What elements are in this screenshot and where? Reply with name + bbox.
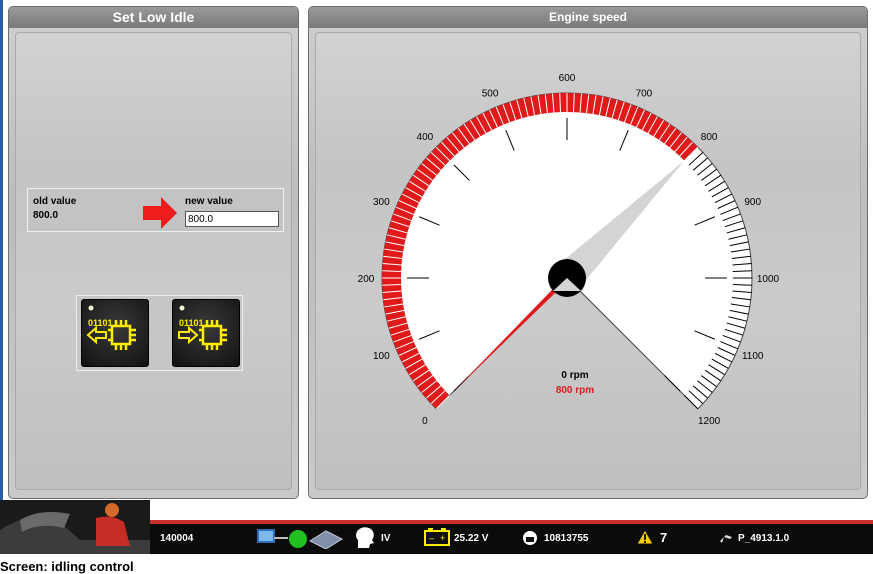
svg-text:01101: 01101 — [88, 318, 113, 328]
tick-label: 600 — [559, 73, 576, 84]
set-low-idle-panel: Set Low Idle — [8, 6, 299, 499]
tick-label: 200 — [358, 274, 375, 285]
arrow-right-icon — [143, 197, 177, 229]
svg-text:–: – — [429, 533, 434, 543]
new-value-label: new value — [185, 196, 233, 207]
svg-text:+: + — [440, 533, 445, 543]
odometer-icon — [523, 531, 537, 545]
read-from-ecu-button[interactable]: 01101 — [81, 299, 149, 367]
current-rpm-readout: 0 rpm — [561, 370, 588, 381]
mechanic-logo — [0, 500, 150, 554]
chip-write-icon: 01101 — [178, 305, 227, 350]
svg-text:01101: 01101 — [179, 318, 204, 328]
warning-count[interactable]: 7 — [660, 530, 667, 545]
head-profile-icon — [356, 527, 374, 548]
roman-level: IV — [381, 533, 391, 544]
app-window: { "left_panel": { "title": "Set Low Idle… — [0, 0, 873, 574]
battery-voltage: 25.22 V — [454, 533, 489, 544]
panel-title: Engine speed — [309, 7, 867, 28]
write-to-ecu-button[interactable]: 01101 — [172, 299, 240, 367]
tick-label: 1200 — [698, 416, 721, 427]
tick-label: 0 — [422, 416, 428, 427]
tick-label: 400 — [417, 132, 434, 143]
window-edge — [0, 0, 3, 500]
chip-read-icon: 01101 — [86, 305, 136, 350]
screen-caption: Screen: idling control — [0, 559, 134, 574]
software-version: P_4913.1.0 — [738, 533, 790, 544]
satellite-icon — [720, 535, 732, 543]
connection-status-icon[interactable] — [256, 527, 348, 549]
tick-label: 800 — [701, 132, 718, 143]
tick-label: 1100 — [742, 351, 764, 362]
setpoint-rpm-readout: 800 rpm — [556, 385, 594, 396]
old-value: 800.0 — [33, 210, 59, 221]
tick-label: 1000 — [757, 274, 780, 285]
old-value-label: old value — [33, 196, 77, 207]
tick-label: 900 — [744, 197, 761, 208]
gauge-dial — [381, 92, 753, 410]
panel-body — [15, 32, 292, 490]
new-value-input[interactable] — [185, 211, 279, 227]
rpm-gauge: 0 100 200 300 400 500 600 700 800 900 1000 1100 1200… — [358, 73, 780, 427]
tick-label: 300 — [373, 197, 390, 208]
tick-label: 700 — [636, 88, 653, 99]
tick-label: 500 — [482, 88, 499, 99]
warning-icon[interactable] — [636, 529, 654, 545]
gauge-face — [381, 92, 753, 410]
counter-value: 10813755 — [544, 533, 589, 544]
session-id: 140004 — [160, 533, 194, 544]
panel-title: Set Low Idle — [9, 7, 298, 28]
battery-icon: – + — [424, 528, 450, 546]
tick-label: 100 — [373, 351, 390, 362]
